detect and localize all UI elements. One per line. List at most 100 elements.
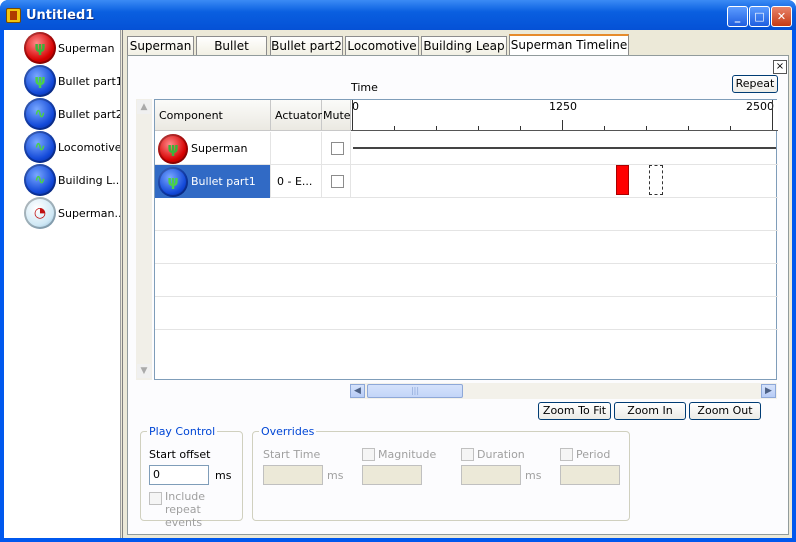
overrides-group: Overrides Start Time ms Magnitude Durati… xyxy=(252,425,630,521)
start-time-unit: ms xyxy=(327,469,344,482)
start-offset-label: Start offset xyxy=(149,448,211,461)
zoom-in-button[interactable]: Zoom In xyxy=(614,402,686,420)
mute-checkbox[interactable] xyxy=(331,175,344,188)
empty-row xyxy=(155,297,778,330)
scroll-left-icon[interactable]: ◀ xyxy=(350,384,365,398)
window-title: Untitled1 xyxy=(26,8,95,23)
start-offset-input[interactable]: 0 xyxy=(149,465,209,485)
app-icon xyxy=(6,8,21,23)
tab-bullet-part2[interactable]: Bullet part2 xyxy=(270,36,343,56)
empty-row xyxy=(155,231,778,264)
duration-checkbox[interactable] xyxy=(461,448,474,461)
effect-item-locomotive[interactable]: ∿ Locomotive xyxy=(24,131,120,163)
zoom-to-fit-button[interactable]: Zoom To Fit xyxy=(538,402,611,420)
period-label: Period xyxy=(576,448,611,461)
effect-block[interactable] xyxy=(616,165,629,195)
component-name: Bullet part1 xyxy=(191,175,256,188)
maximize-button[interactable]: □ xyxy=(749,6,770,27)
scroll-right-icon[interactable]: ▶ xyxy=(761,384,776,398)
close-panel-button[interactable]: × xyxy=(773,60,787,74)
client-area: ψ Superman ψ Bullet part1 ∿ Bullet part2… xyxy=(4,30,792,538)
start-time-input[interactable] xyxy=(263,465,323,485)
blue-wave-icon: ∿ xyxy=(24,131,56,163)
magnitude-input[interactable] xyxy=(362,465,422,485)
tab-building-leap[interactable]: Building Leap xyxy=(421,36,507,56)
period-checkbox[interactable] xyxy=(560,448,573,461)
mute-checkbox[interactable] xyxy=(331,142,344,155)
ruler-tick xyxy=(772,100,773,130)
repeat-ghost-block xyxy=(649,165,663,195)
time-label: Time xyxy=(351,81,378,94)
period-input[interactable] xyxy=(560,465,620,485)
column-header-actuator[interactable]: Actuator xyxy=(271,100,322,131)
duration-input[interactable] xyxy=(461,465,521,485)
start-offset-unit: ms xyxy=(215,469,232,482)
scroll-up-icon[interactable]: ▲ xyxy=(137,100,151,114)
horizontal-scrollbar[interactable]: ◀ ||| ▶ xyxy=(350,383,777,399)
table-row[interactable]: ψ Bullet part1 0 - E... xyxy=(155,165,778,198)
play-control-title: Play Control xyxy=(147,425,218,438)
ruler-tick xyxy=(394,126,395,130)
empty-row xyxy=(155,198,778,231)
main-pane: Superman Bullet part1 Bullet part2 Locom… xyxy=(122,30,792,538)
table-row[interactable]: ψ Superman xyxy=(155,132,778,165)
ruler-tick xyxy=(436,126,437,130)
effect-item-superman-timeline[interactable]: ◔ Superman... xyxy=(24,197,120,229)
ruler-tick xyxy=(478,126,479,130)
duration-unit: ms xyxy=(525,469,542,482)
ruler-tick xyxy=(352,100,353,130)
title-bar[interactable]: Untitled1 _ □ ✕ xyxy=(0,0,796,30)
tab-superman[interactable]: Superman xyxy=(127,36,194,56)
effect-item-superman[interactable]: ψ Superman xyxy=(24,32,120,64)
blue-wave-icon: ∿ xyxy=(24,98,56,130)
vertical-scrollbar[interactable]: ▲ ▼ xyxy=(136,99,152,380)
mute-cell xyxy=(322,132,351,165)
mute-cell xyxy=(322,165,351,198)
component-cell: ψ Superman xyxy=(155,132,271,165)
scroll-thumb[interactable]: ||| xyxy=(367,384,463,398)
empty-row xyxy=(155,264,778,297)
timeline-panel: × Repeat Time ▲ ▼ Component Actuator Mut… xyxy=(127,55,789,535)
overrides-title: Overrides xyxy=(259,425,317,438)
effect-item-bullet-part2[interactable]: ∿ Bullet part2 xyxy=(24,98,120,130)
red-effect-icon: ψ xyxy=(158,133,188,164)
effect-label: Bullet part1 xyxy=(58,74,120,88)
blue-wave-icon: ∿ xyxy=(24,164,56,196)
column-header-mute[interactable]: Mute xyxy=(322,100,351,131)
column-header-component[interactable]: Component xyxy=(155,100,271,131)
time-ruler: 0 1250 2500 xyxy=(351,100,778,131)
timeline-grid: Component Actuator Mute 0 1250 2500 ψ Su… xyxy=(154,99,778,380)
magnitude-checkbox[interactable] xyxy=(362,448,375,461)
include-repeat-checkbox[interactable] xyxy=(149,492,162,505)
red-effect-icon: ψ xyxy=(24,32,56,64)
effect-label: Bullet part2 xyxy=(58,107,120,121)
effect-label: Building L... xyxy=(58,173,120,187)
tab-locomotive[interactable]: Locomotive xyxy=(345,36,419,56)
duration-label: Duration xyxy=(477,448,525,461)
effect-label: Locomotive xyxy=(58,140,120,154)
actuator-cell[interactable]: 0 - E... xyxy=(271,165,322,198)
effect-label: Superman xyxy=(58,41,115,55)
ruler-tick xyxy=(604,126,605,130)
magnitude-label: Magnitude xyxy=(378,448,437,461)
tab-superman-timeline[interactable]: Superman Timeline xyxy=(509,34,629,56)
timeline-icon: ◔ xyxy=(24,197,56,229)
minimize-button[interactable]: _ xyxy=(727,6,748,27)
effect-item-building-leap[interactable]: ∿ Building L... xyxy=(24,164,120,196)
ruler-tick-label: 1250 xyxy=(549,100,577,113)
actuator-value: 0 - E... xyxy=(277,175,313,188)
tab-bullet-part1[interactable]: Bullet part1 xyxy=(196,36,267,71)
scroll-down-icon[interactable]: ▼ xyxy=(137,364,151,378)
repeat-button[interactable]: Repeat xyxy=(732,75,778,93)
zoom-out-button[interactable]: Zoom Out xyxy=(689,402,761,420)
effect-label: Superman... xyxy=(58,206,120,220)
ruler-tick xyxy=(730,126,731,130)
superman-track-waveform xyxy=(353,147,776,149)
play-control-group: Play Control Start offset 0 ms Include r… xyxy=(140,425,243,529)
component-cell: ψ Bullet part1 xyxy=(155,165,271,198)
ruler-tick xyxy=(562,120,563,130)
actuator-cell[interactable] xyxy=(271,132,322,165)
close-window-button[interactable]: ✕ xyxy=(771,6,792,27)
effect-item-bullet-part1[interactable]: ψ Bullet part1 xyxy=(24,65,120,97)
include-repeat-label: Include repeat events xyxy=(165,490,206,529)
